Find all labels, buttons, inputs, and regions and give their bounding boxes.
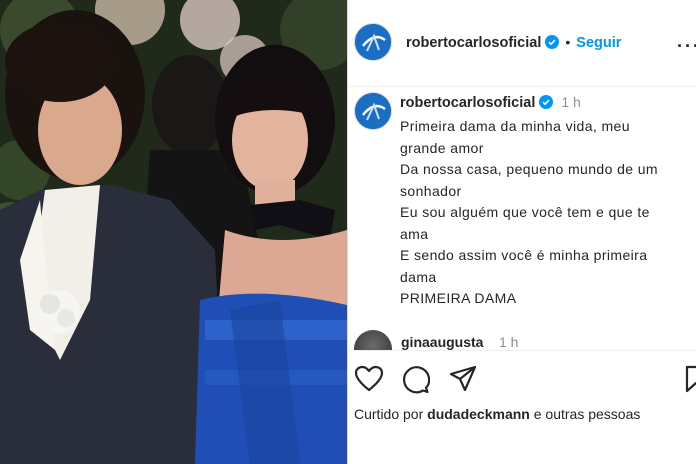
likes-summary: Curtido por dudadeckmann e outras pessoa… [354, 406, 640, 422]
comment-item: ginaaugusta 1 h [354, 330, 694, 350]
caption-line: Primeira dama da minha vida, meu [400, 118, 630, 134]
caption-line: ama [400, 225, 429, 242]
verified-icon [545, 35, 560, 49]
caption-avatar[interactable] [354, 92, 392, 130]
avatar-logo-icon [355, 24, 391, 60]
header-username[interactable]: robertocarlosoficial [406, 35, 541, 51]
profile-avatar[interactable] [354, 23, 392, 61]
caption-username[interactable]: robertocarlosoficial [400, 95, 535, 111]
caption-line: grande amor [400, 139, 484, 156]
comment-time: 1 h [499, 334, 519, 350]
post-photo [0, 0, 347, 464]
separator-dot: • [565, 34, 571, 50]
wedding-photo-illustration [0, 0, 347, 464]
post-caption: robertocarlosoficial 1 h Primeira dama da… [400, 94, 690, 310]
actions-divider [348, 350, 696, 351]
avatar-logo-icon [355, 93, 391, 129]
caption-line: dama [400, 268, 437, 285]
comment-avatar[interactable] [354, 330, 392, 350]
comment-icon[interactable] [400, 364, 430, 394]
likes-suffix[interactable]: e outras pessoas [534, 406, 641, 422]
comment-username[interactable]: ginaaugusta [401, 334, 483, 350]
instagram-post-panel: robertocarlosoficial • Seguir ··· robertoc… [347, 0, 696, 464]
verified-icon [539, 95, 554, 109]
post-header: robertocarlosoficial • Seguir ··· [348, 0, 696, 87]
follow-button[interactable]: Seguir [576, 35, 621, 51]
heart-icon[interactable] [354, 364, 384, 394]
bookmark-icon[interactable] [681, 364, 696, 394]
more-icon[interactable]: ··· [677, 36, 696, 57]
caption-time[interactable]: 1 h [561, 94, 580, 110]
likes-user[interactable]: dudadeckmann [427, 406, 530, 422]
action-bar [348, 352, 696, 396]
likes-prefix: Curtido por [354, 406, 424, 422]
share-icon[interactable] [448, 364, 478, 394]
caption-line: Da nossa casa, pequeno mundo de um [400, 161, 658, 177]
caption-line: E sendo assim você é minha primeira [400, 247, 648, 263]
caption-line: PRIMEIRA DAMA [400, 290, 517, 306]
caption-line: Eu sou alguém que você tem e que te [400, 204, 650, 220]
caption-line: sonhador [400, 182, 462, 199]
